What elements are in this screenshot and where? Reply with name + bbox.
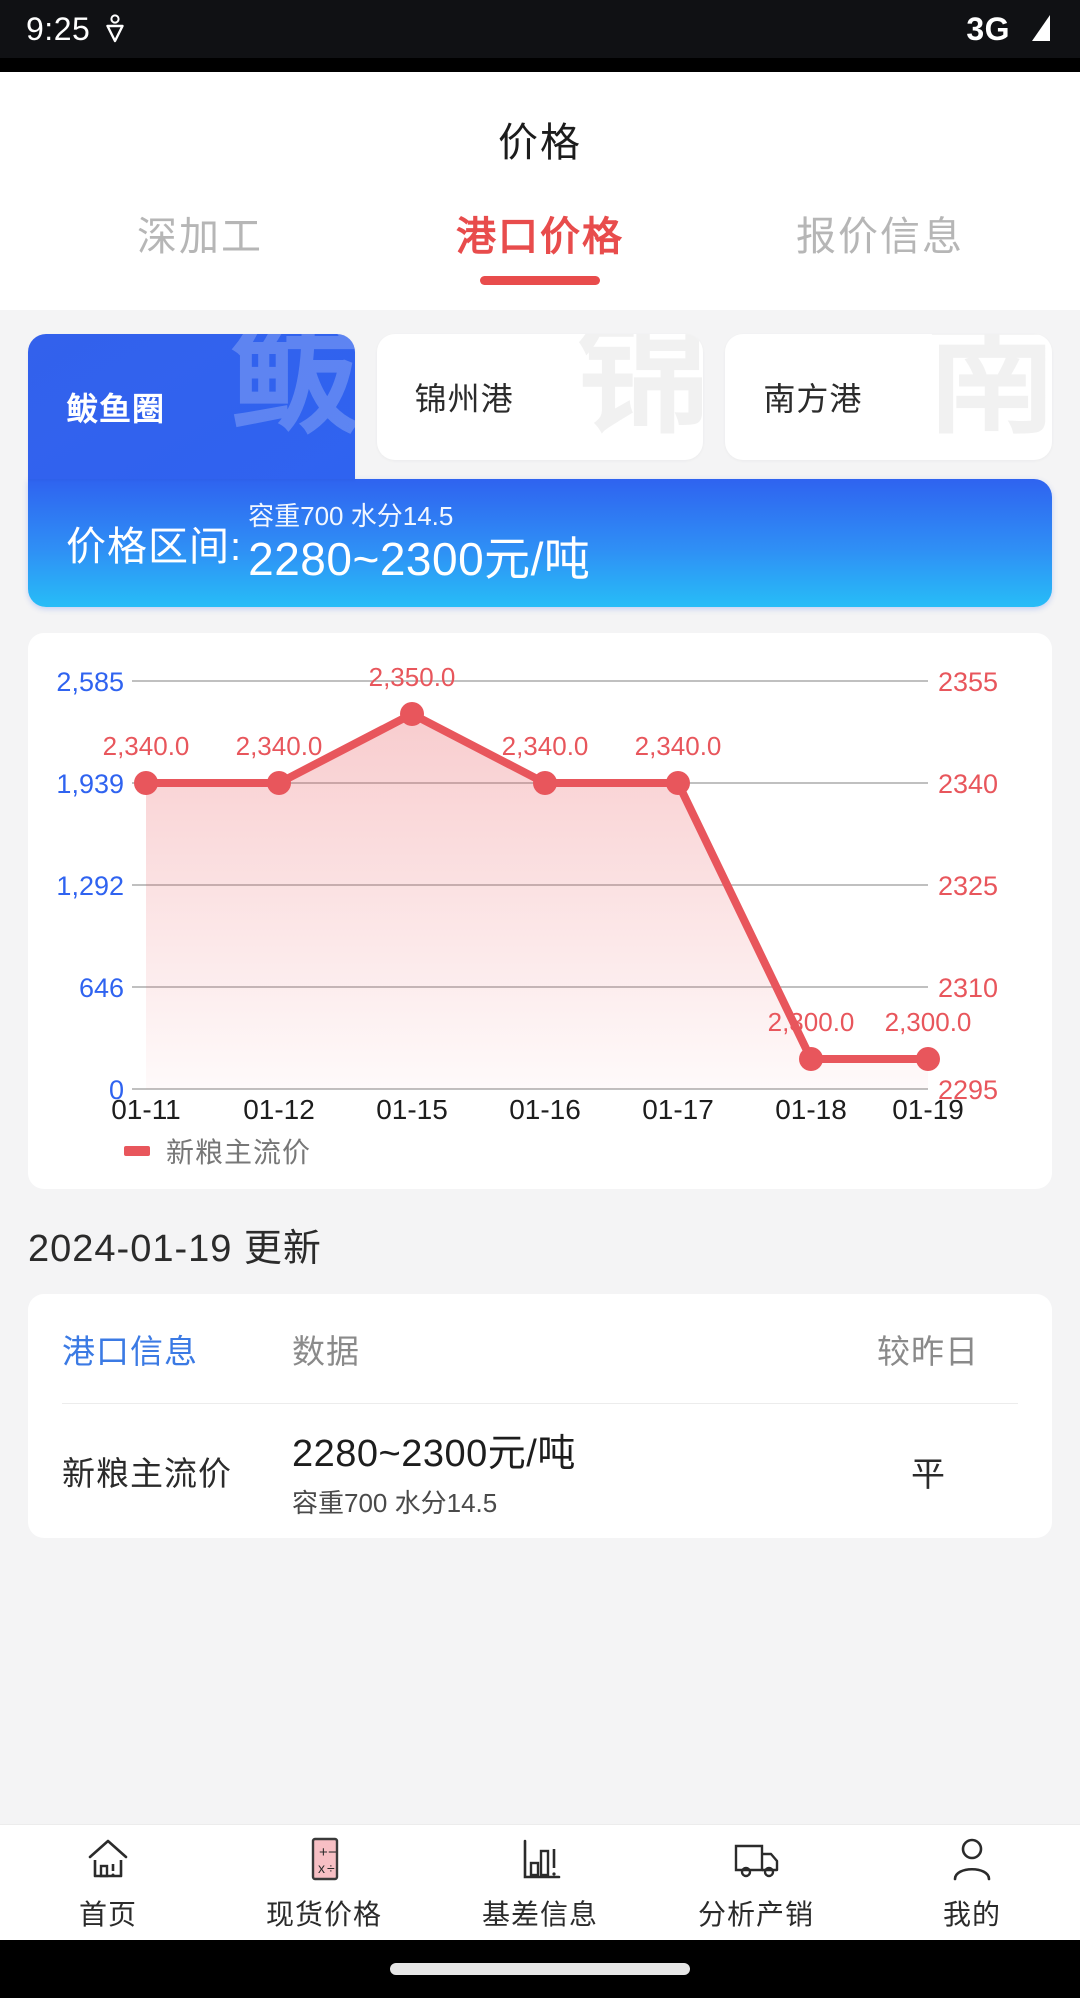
port-card-label: 锦州港 <box>414 381 514 417</box>
nav-item-home[interactable]: 首页 <box>18 1833 198 1933</box>
tab-bar: 深加工 港口价格 报价信息 <box>0 198 1080 310</box>
tab-active-indicator <box>480 276 600 285</box>
signal-triangle-icon <box>1020 12 1054 46</box>
port-info-table: 港口信息 数据 较昨日 新粮主流价 2280~2300元/吨 容重700 水分1… <box>28 1294 1052 1538</box>
chart-legend[interactable]: 新粮主流价 <box>28 1121 1052 1175</box>
x-tick: 01-12 <box>243 1094 315 1121</box>
x-tick: 01-15 <box>376 1094 448 1121</box>
x-tick: 01-11 <box>111 1094 181 1121</box>
nav-item-basis-info[interactable]: 基差信息 <box>450 1833 630 1933</box>
y-right-tick: 2355 <box>938 667 998 697</box>
svg-text:÷: ÷ <box>327 1860 335 1876</box>
chart-point-label: 2,300.0 <box>768 1007 855 1037</box>
price-spec-text: 容重700 水分14.5 <box>248 501 454 532</box>
table-header-row: 港口信息 数据 较昨日 <box>62 1294 1018 1404</box>
page-content: 鲅 鲅鱼圈 锦 锦州港 南 南方港 价格区间: 容重700 水分14.5 228… <box>0 310 1080 1998</box>
nav-item-profile[interactable]: 我的 <box>882 1833 1062 1933</box>
y-left-tick: 1,292 <box>56 871 124 901</box>
price-range-value: 2280~2300元/吨 <box>248 533 591 586</box>
nav-item-spot-price[interactable]: + − x ÷ 现货价格 <box>234 1833 414 1933</box>
chart-point-label: 2,300.0 <box>885 1007 972 1037</box>
tab-label: 报价信息 <box>796 215 964 259</box>
svg-text:+: + <box>319 1844 328 1861</box>
chart-point-label: 2,350.0 <box>369 662 456 692</box>
tab-label: 港口价格 <box>456 215 624 259</box>
svg-text:x: x <box>318 1860 325 1876</box>
port-card-south[interactable]: 南 南方港 <box>725 334 1053 460</box>
system-gesture-area <box>0 1940 1080 1998</box>
price-range-banner: 价格区间: 容重700 水分14.5 2280~2300元/吨 <box>28 479 1052 607</box>
chart-y-axis-right: 2355 2340 2325 2310 2295 <box>938 667 998 1105</box>
chart-point-label: 2,340.0 <box>502 731 589 761</box>
y-right-tick: 2310 <box>938 973 998 1003</box>
tab-port-price[interactable]: 港口价格 <box>370 198 710 285</box>
price-chart-card: 2,340.0 2,340.0 2,350.0 2,340.0 2,340.0 … <box>28 633 1052 1189</box>
table-header-port-info: 港口信息 <box>62 1332 198 1370</box>
port-selector: 鲅 鲅鱼圈 锦 锦州港 南 南方港 <box>0 310 1080 479</box>
port-card-bayuquan[interactable]: 鲅 鲅鱼圈 <box>28 334 355 479</box>
price-range-values: 容重700 水分14.5 2280~2300元/吨 <box>248 501 590 585</box>
row-subvalue: 容重700 水分14.5 <box>292 1488 498 1518</box>
port-card-label: 鲅鱼圈 <box>66 390 166 427</box>
row-change: 平 <box>911 1455 945 1494</box>
y-left-tick: 646 <box>79 973 124 1003</box>
status-bar: 9:25 3G <box>0 0 1080 58</box>
y-left-tick: 1,939 <box>56 769 124 799</box>
table-header-change: 较昨日 <box>877 1332 979 1370</box>
update-timestamp: 2024-01-19 更新 <box>28 1228 322 1270</box>
truck-icon <box>730 1833 782 1885</box>
chart-svg: 2,340.0 2,340.0 2,350.0 2,340.0 2,340.0 … <box>56 662 998 1121</box>
x-tick: 01-16 <box>509 1094 581 1121</box>
bottom-navigation: 首页 + − x ÷ 现货价格 基差信息 分析产销 我的 <box>0 1824 1080 1940</box>
price-line-chart[interactable]: 2,340.0 2,340.0 2,350.0 2,340.0 2,340.0 … <box>28 651 1052 1121</box>
bar-chart-icon <box>514 1833 566 1885</box>
status-bar-left: 9:25 <box>26 11 126 48</box>
nav-label: 分析产销 <box>697 1898 814 1930</box>
nav-label: 我的 <box>942 1898 1001 1930</box>
chart-point-label: 2,340.0 <box>236 731 323 761</box>
x-tick: 01-18 <box>775 1094 847 1121</box>
status-bar-spacer <box>0 58 1080 72</box>
location-pin-icon <box>104 14 126 44</box>
table-row[interactable]: 新粮主流价 2280~2300元/吨 容重700 水分14.5 平 <box>62 1404 1018 1538</box>
row-name: 新粮主流价 <box>62 1455 232 1492</box>
home-icon <box>82 1833 134 1885</box>
legend-color-swatch <box>124 1146 150 1156</box>
y-right-tick: 2325 <box>938 871 998 901</box>
port-watermark-text: 锦 <box>577 334 704 449</box>
person-icon <box>946 1833 998 1885</box>
legend-label: 新粮主流价 <box>166 1137 312 1168</box>
home-gesture-bar[interactable] <box>390 1963 690 1975</box>
row-data: 2280~2300元/吨 容重700 水分14.5 <box>292 1422 838 1520</box>
calculator-icon: + − x ÷ <box>298 1833 350 1885</box>
nav-item-analysis[interactable]: 分析产销 <box>666 1833 846 1933</box>
nav-label: 基差信息 <box>481 1898 598 1930</box>
chart-x-axis: 01-11 01-12 01-15 01-16 01-17 01-18 01-1… <box>111 1094 964 1121</box>
port-card-label: 南方港 <box>763 381 863 417</box>
svg-text:−: − <box>328 1844 337 1861</box>
row-value: 2280~2300元/吨 <box>292 1433 576 1475</box>
page-title: 价格 <box>498 121 582 165</box>
status-bar-right: 3G <box>966 11 1054 48</box>
port-card-jinzhou[interactable]: 锦 锦州港 <box>376 334 704 460</box>
status-time: 9:25 <box>26 10 91 47</box>
table-header-data: 数据 <box>292 1332 360 1370</box>
port-card-row: 鲅 鲅鱼圈 锦 锦州港 南 南方港 <box>28 334 1053 479</box>
network-type-label: 3G <box>966 10 1010 47</box>
tab-quote-info[interactable]: 报价信息 <box>710 198 1050 262</box>
chart-point-label: 2,340.0 <box>635 731 722 761</box>
x-tick: 01-17 <box>642 1094 714 1121</box>
app-header: 价格 深加工 港口价格 报价信息 <box>0 72 1080 310</box>
x-tick: 01-19 <box>892 1094 964 1121</box>
nav-label: 现货价格 <box>265 1898 382 1930</box>
y-left-tick: 2,585 <box>56 667 124 697</box>
tab-label: 深加工 <box>137 215 263 259</box>
tab-deep-processing[interactable]: 深加工 <box>30 198 370 262</box>
chart-point-label: 2,340.0 <box>103 731 190 761</box>
port-watermark-text: 鲅 <box>228 334 355 449</box>
y-right-tick: 2340 <box>938 769 998 799</box>
price-range-label: 价格区间: <box>66 525 243 569</box>
port-watermark-text: 南 <box>926 334 1053 449</box>
nav-label: 首页 <box>78 1898 137 1930</box>
